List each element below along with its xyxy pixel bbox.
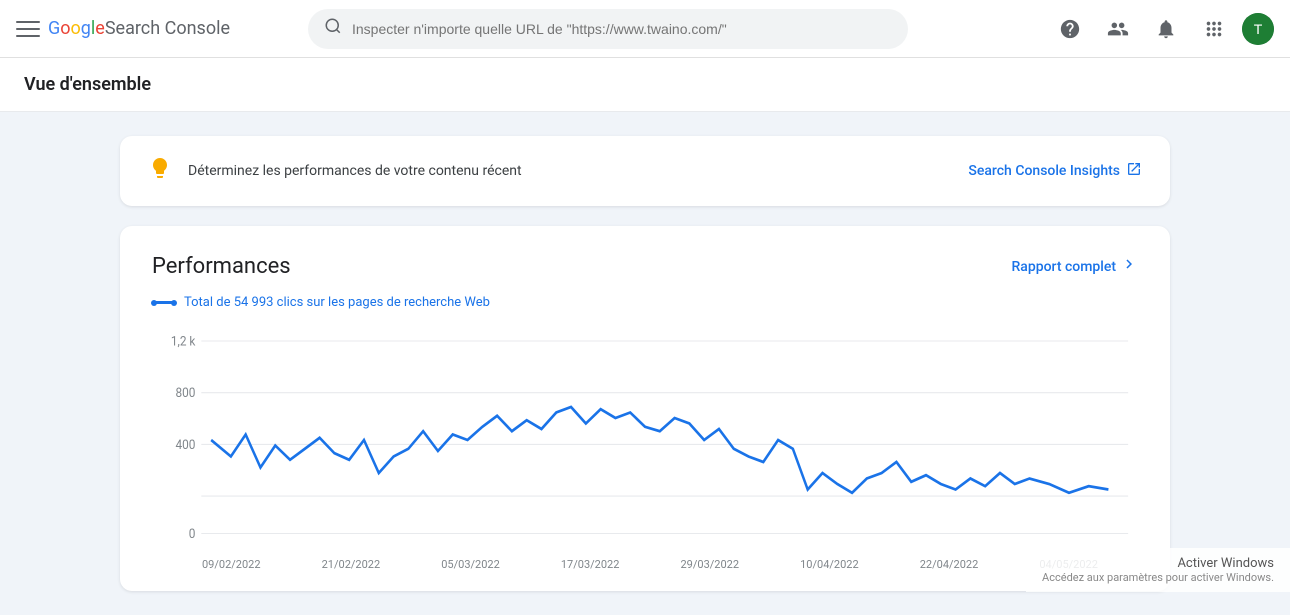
svg-text:800: 800 bbox=[175, 386, 195, 402]
svg-text:T: T bbox=[1254, 21, 1263, 37]
profile-button[interactable] bbox=[1098, 9, 1138, 49]
performance-chart: 1,2 k 800 400 0 bbox=[152, 330, 1138, 550]
legend-text: Total de 54 993 clics sur les pages de r… bbox=[184, 295, 490, 310]
x-label-2: 05/03/2022 bbox=[441, 558, 500, 571]
x-label-6: 22/04/2022 bbox=[920, 558, 979, 571]
insights-text: Déterminez les performances de votre con… bbox=[188, 163, 522, 179]
x-axis-labels: 09/02/2022 21/02/2022 05/03/2022 17/03/2… bbox=[152, 550, 1138, 571]
insights-link-label: Search Console Insights bbox=[968, 163, 1120, 179]
svg-text:400: 400 bbox=[175, 437, 195, 453]
x-label-1: 21/02/2022 bbox=[322, 558, 381, 571]
x-label-7: 04/05/2022 bbox=[1039, 558, 1098, 571]
x-label-0: 09/02/2022 bbox=[202, 558, 261, 571]
insights-link[interactable]: Search Console Insights bbox=[968, 161, 1142, 181]
chart-container: 1,2 k 800 400 0 bbox=[152, 330, 1138, 550]
page-title: Vue d'ensemble bbox=[24, 74, 1266, 95]
rapport-label: Rapport complet bbox=[1011, 259, 1116, 275]
legend-line bbox=[152, 301, 176, 304]
search-icon bbox=[324, 17, 342, 40]
perf-header: Performances Rapport complet bbox=[152, 254, 1138, 279]
performance-card: Performances Rapport complet Total de 54… bbox=[120, 226, 1170, 591]
rapport-complet-link[interactable]: Rapport complet bbox=[1011, 255, 1138, 278]
x-label-4: 29/03/2022 bbox=[681, 558, 740, 571]
app-logo: Google Search Console bbox=[48, 18, 230, 39]
search-bar[interactable] bbox=[308, 9, 908, 49]
menu-icon[interactable] bbox=[16, 17, 40, 41]
legend-row: Total de 54 993 clics sur les pages de r… bbox=[152, 295, 1138, 310]
bulb-icon bbox=[148, 156, 172, 186]
x-label-3: 17/03/2022 bbox=[561, 558, 620, 571]
chevron-right-icon bbox=[1120, 255, 1138, 278]
topnav-right: T bbox=[1050, 9, 1274, 49]
perf-title: Performances bbox=[152, 254, 291, 279]
help-button[interactable] bbox=[1050, 9, 1090, 49]
x-label-5: 10/04/2022 bbox=[800, 558, 859, 571]
app-title: Search Console bbox=[105, 18, 230, 39]
topnav-left: Google Search Console bbox=[16, 17, 296, 41]
insights-banner: Déterminez les performances de votre con… bbox=[120, 136, 1170, 206]
svg-text:0: 0 bbox=[189, 526, 196, 542]
apps-button[interactable] bbox=[1194, 9, 1234, 49]
notifications-button[interactable] bbox=[1146, 9, 1186, 49]
page-title-bar: Vue d'ensemble bbox=[0, 58, 1290, 112]
search-input[interactable] bbox=[352, 21, 892, 37]
topnav: Google Search Console bbox=[0, 0, 1290, 58]
external-link-icon bbox=[1126, 161, 1142, 181]
svg-text:1,2 k: 1,2 k bbox=[171, 334, 196, 350]
avatar[interactable]: T bbox=[1242, 13, 1274, 45]
main-content: Déterminez les performances de votre con… bbox=[0, 112, 1290, 615]
insights-left: Déterminez les performances de votre con… bbox=[148, 156, 522, 186]
